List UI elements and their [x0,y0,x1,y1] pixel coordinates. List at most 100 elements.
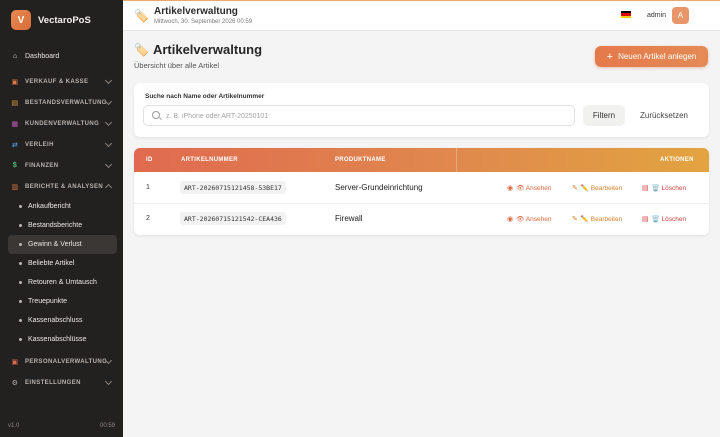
edit-icon: ✎ [572,185,578,192]
tag-icon: 🏷️ [134,42,149,57]
sidebar-section-reports[interactable]: ▥ BERICHTE & ANALYSEN [0,176,123,197]
topbar: 🏷️ Artikelverwaltung Mittwoch, 30. Septe… [123,0,720,31]
sidebar-section-staff[interactable]: ▣ PERSONALVERWALTUNG [0,351,123,372]
sidebar-section-finance[interactable]: $ FINANZEN [0,155,123,176]
eye-icon: ◉ [507,216,514,223]
dollar-icon: $ [12,162,18,169]
app-name: VectaroPoS [38,14,91,26]
sidebar-section-settings[interactable]: ⚙ EINSTELLUNGEN [0,372,123,393]
edit-label: ✏️ Bearbeiten [580,185,623,192]
cell-product-name: Server-Grundeinrichtung [335,183,423,192]
articles-table: ID ARTIKELNUMMER PRODUKTNAME AKTIONEN 1 … [134,148,709,235]
cell-article-number: ART-20260715121542-CEA436 [180,212,286,225]
edit-button[interactable]: ✎ ✏️ Bearbeiten [572,215,622,223]
edit-icon: ✎ [572,216,578,223]
delete-label: 🗑️ Löschen [651,185,687,192]
column-header-name[interactable]: PRODUKTNAME [335,157,386,163]
box-icon: ▤ [11,99,19,107]
user-name[interactable]: admin [647,12,666,19]
column-header-id[interactable]: ID [146,157,153,163]
table-header: ID ARTIKELNUMMER PRODUKTNAME AKTIONEN [134,148,709,172]
sidebar-section-label: BESTANDSVERWALTUNG [25,99,107,106]
column-header-actions: AKTIONEN [660,157,694,163]
page-title: 🏷️ Artikelverwaltung [134,42,262,57]
delete-button[interactable]: ▤ 🗑️ Löschen [642,184,686,192]
table-row: 2 ART-20260715121542-CEA436 Firewall ◉ 👁 … [134,204,709,235]
sidebar: V VectaroPoS ⌂ Dashboard ▣ VERKAUF & KAS… [0,0,123,437]
chevron-up-icon [104,183,113,192]
filter-button[interactable]: Filtern [583,105,625,126]
chevron-down-icon [104,76,113,85]
topbar-title: Artikelverwaltung [154,6,238,17]
users-icon: ▦ [11,120,19,128]
search-label: Suche nach Name oder Artikelnummer [145,93,265,100]
search-card: Suche nach Name oder Artikelnummer Filte… [134,83,709,137]
trash-icon: ▤ [642,185,649,192]
cart-icon: ▣ [11,78,19,86]
edit-label: ✏️ Bearbeiten [580,216,623,223]
brand[interactable]: V VectaroPoS [0,0,123,40]
view-label: 👁 Ansehen [516,216,552,223]
chart-icon: ▥ [11,183,19,191]
view-button[interactable]: ◉ 👁 Ansehen [507,215,551,223]
sidebar-section-label: KUNDENVERWALTUNG [25,120,100,127]
cell-article-number: ART-20260715121458-53BE17 [180,181,286,194]
tag-icon: 🏷️ [134,9,149,23]
page-title-text: Artikelverwaltung [152,42,263,57]
sidebar-item-cash-closing[interactable]: Kassenabschluss [8,311,117,330]
sidebar-section-label: PERSONALVERWALTUNG [25,358,108,365]
chevron-down-icon [104,139,113,148]
chevron-down-icon [104,118,113,127]
app-logo: V [11,10,31,30]
plus-icon: + [606,50,614,63]
sidebar-item-profit-loss[interactable]: Gewinn & Verlust [8,235,117,254]
trash-icon: ▤ [642,216,649,223]
sidebar-footer: v1.0 00:59 [8,423,115,429]
staff-icon: ▣ [11,358,19,366]
sidebar-item-label: Dashboard [25,53,60,60]
sidebar-item-purchase-report[interactable]: Ankaufbericht [8,197,117,216]
eye-icon: ◉ [507,185,514,192]
column-header-number[interactable]: ARTIKELNUMMER [181,157,238,163]
view-label: 👁 Ansehen [516,185,552,192]
cell-id: 1 [146,184,150,191]
sidebar-section-label: VERKAUF & KASSE [25,78,89,85]
sidebar-item-loyalty[interactable]: Treuepunkte [8,292,117,311]
search-icon [152,111,160,119]
edit-button[interactable]: ✎ ✏️ Bearbeiten [572,184,622,192]
add-article-button[interactable]: + Neuen Artikel anlegen [595,46,708,67]
avatar[interactable]: A [672,7,689,24]
search-input[interactable] [166,109,566,123]
sidebar-section-inventory[interactable]: ▤ BESTANDSVERWALTUNG [0,92,123,113]
delete-button[interactable]: ▤ 🗑️ Löschen [642,215,686,223]
de-flag-icon[interactable] [621,11,631,18]
sidebar-section-sales[interactable]: ▣ VERKAUF & KASSE [0,71,123,92]
home-icon: ⌂ [12,53,18,60]
page-subtitle: Übersicht über alle Artikel [134,61,220,70]
cell-product-name: Firewall [335,214,363,223]
gear-icon: ⚙ [11,379,19,387]
sidebar-section-customers[interactable]: ▦ KUNDENVERWALTUNG [0,113,123,134]
sidebar-item-inventory-reports[interactable]: Bestandsberichte [8,216,117,235]
sidebar-section-label: FINANZEN [25,162,59,169]
table-row: 1 ART-20260715121458-53BE17 Server-Grund… [134,173,709,204]
cell-id: 2 [146,215,150,222]
sidebar-section-label: BERICHTE & ANALYSEN [25,183,104,190]
topbar-date: Mittwoch, 30. September 2026 00:59 [154,19,253,25]
search-field[interactable] [143,105,575,126]
sidebar-item-popular-items[interactable]: Beliebte Artikel [8,254,117,273]
sidebar-section-rental[interactable]: ⇄ VERLEIH [0,134,123,155]
version-label: v1.0 [8,423,20,429]
view-button[interactable]: ◉ 👁 Ansehen [507,184,551,192]
add-article-label: Neuen Artikel anlegen [618,52,697,61]
header-divider [456,148,457,172]
reset-button[interactable]: Zurücksetzen [633,105,695,126]
sidebar-item-cash-closings[interactable]: Kassenabschlüsse [8,330,117,349]
sidebar-section-label: VERLEIH [25,141,54,148]
chevron-down-icon [104,377,113,386]
sidebar-item-dashboard[interactable]: ⌂ Dashboard [0,46,123,67]
delete-label: 🗑️ Löschen [651,216,687,223]
chevron-down-icon [104,160,113,169]
sidebar-item-returns[interactable]: Retouren & Umtausch [8,273,117,292]
swap-icon: ⇄ [11,141,19,149]
